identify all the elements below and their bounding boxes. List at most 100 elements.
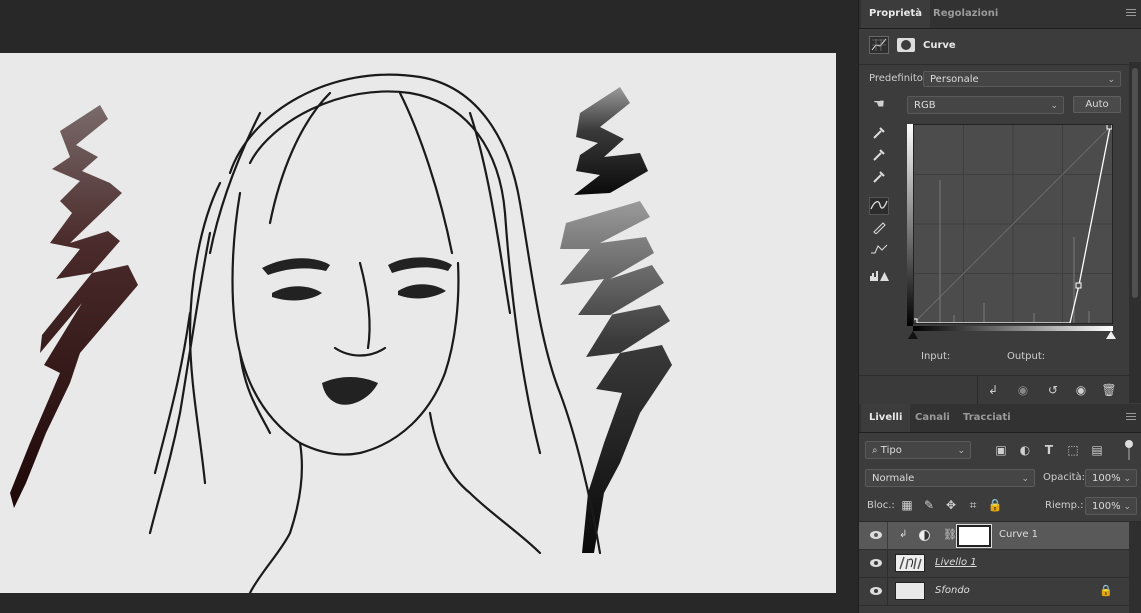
blend-mode-dropdown[interactable]: Normale ⌄ [865,469,1035,487]
clip-to-layer-icon[interactable]: ↲ [985,382,1001,398]
properties-scrollbar[interactable] [1129,62,1141,403]
visibility-eye-icon[interactable] [869,558,883,568]
chevron-down-icon: ⌄ [1021,474,1029,484]
auto-button[interactable]: Auto [1073,96,1121,113]
visibility-eye-icon[interactable] [869,530,883,540]
eyedropper-white-icon[interactable] [869,170,889,188]
layer-name[interactable]: Curve 1 [999,529,1038,540]
layers-scrollbar[interactable] [1129,522,1141,613]
lock-transparent-pixels-icon[interactable]: ▦ [899,497,915,513]
layer-filter-value: Tipo [880,445,902,456]
divider [859,64,1129,65]
curve-point-black [911,318,918,325]
visibility-eye-icon[interactable]: ◉ [1073,382,1089,398]
properties-tabbar: Proprietà Regolazioni [859,0,1141,29]
lock-label: Bloc.: [867,500,895,511]
preset-dropdown[interactable]: Personale ⌄ [923,71,1121,87]
black-point-slider[interactable] [908,331,918,339]
opacity-label: Opacità: [1043,472,1086,483]
visibility-eye-icon[interactable] [869,586,883,596]
curve-point-white [1106,123,1113,130]
filter-adjustment-layer-icon[interactable]: ◐ [1017,442,1033,458]
layer-thumbnail [895,582,925,600]
eyedropper-black-icon[interactable] [869,126,889,144]
smooth-curve-icon[interactable] [869,243,889,261]
fill-label: Riemp.: [1045,500,1084,511]
document-window[interactable] [0,0,858,613]
layer-row-sfondo[interactable]: Sfondo 🔒 [859,578,1129,606]
panels-dock: Proprietà Regolazioni Curve Predefinito:… [858,0,1141,613]
adjustment-title: Curve [923,40,956,51]
filter-smart-object-icon[interactable]: ▤ [1089,442,1105,458]
link-chain-icon[interactable]: ⛓ [943,528,957,541]
channel-value: RGB [914,100,936,111]
layer-mask-icon[interactable] [897,38,915,52]
filter-type-layer-icon[interactable]: T [1041,442,1057,458]
search-icon: ⌕ [872,445,881,456]
blend-mode-value: Normale [872,473,915,484]
layer-row-curve-1[interactable]: ↲ ⛓ Curve 1 [859,522,1129,550]
chevron-down-icon: ⌄ [1107,75,1115,85]
curve-point-mid [1075,282,1082,289]
properties-footer: ↲ ◉ ↺ ◉ 🗑 [859,375,1129,404]
lock-all-icon[interactable]: 🔒 [987,497,1003,513]
histogram [939,180,1090,323]
lock-image-pixels-icon[interactable]: ✎ [921,497,937,513]
input-label: Input: [921,351,951,362]
edit-points-curve-icon[interactable] [869,197,889,215]
layer-name[interactable]: Livello 1 [935,557,977,568]
pencil-draw-icon[interactable] [869,220,889,238]
tab-properties[interactable]: Proprietà [861,0,930,28]
curves-graph[interactable] [911,123,1113,325]
lock-position-icon[interactable]: ✥ [943,497,959,513]
fill-field[interactable]: 100% ⌄ [1085,497,1137,515]
chevron-down-icon: ⌄ [1123,502,1131,512]
lock-icon: 🔒 [1099,584,1113,597]
layer-thumbnail [895,554,925,572]
filter-toggle-track [1128,448,1130,460]
tab-adjustments[interactable]: Regolazioni [925,0,1006,28]
clipping-arrow-icon: ↲ [899,529,908,540]
preset-label: Predefinito: [869,73,927,84]
output-label: Output: [1007,351,1046,362]
document-canvas[interactable] [0,53,836,593]
facial-features [262,257,452,405]
filter-pixel-layer-icon[interactable]: ▣ [993,442,1009,458]
opacity-field[interactable]: 100% ⌄ [1085,469,1137,487]
panel-menu-icon[interactable] [1126,413,1136,421]
layer-mask-thumbnail[interactable] [956,524,992,548]
white-point-slider[interactable] [1106,331,1116,339]
chevron-down-icon: ⌄ [957,446,965,456]
trash-icon[interactable]: 🗑 [1101,382,1117,398]
fill-value: 100% [1092,501,1121,512]
layer-filter-dropdown[interactable]: ⌕ Tipo ⌄ [865,441,971,459]
targeted-adjustment-hand-icon[interactable]: ☚ [869,96,889,114]
sketch-artwork [10,73,672,593]
left-brush-stroke [10,105,138,508]
view-previous-state-icon[interactable]: ◉ [1015,382,1031,398]
tab-channels[interactable]: Canali [907,404,958,432]
right-brush-stroke [560,87,672,553]
panel-menu-icon[interactable] [1126,9,1136,17]
adjustment-layer-icon [919,530,930,541]
lock-artboard-icon[interactable]: ⌗ [965,497,981,513]
preset-value: Personale [930,74,979,85]
portrait-sketch [148,73,602,593]
channel-dropdown[interactable]: RGB ⌄ [907,96,1064,114]
curve-plot[interactable] [911,123,1113,325]
filter-shape-layer-icon[interactable]: ⬚ [1065,442,1081,458]
curves-adjustment-icon[interactable] [869,36,889,54]
opacity-value: 100% [1092,473,1121,484]
tab-paths[interactable]: Tracciati [955,404,1019,432]
layers-tabbar: Livelli Canali Tracciati [859,404,1141,433]
filter-toggle-switch[interactable] [1125,440,1133,448]
tab-layers[interactable]: Livelli [861,404,911,432]
layer-name[interactable]: Sfondo [935,585,970,596]
eyedropper-gray-icon[interactable] [869,148,889,166]
clipping-warning-icon[interactable] [869,268,889,286]
reset-icon[interactable]: ↺ [1045,382,1061,398]
layer-row-livello-1[interactable]: Livello 1 [859,550,1129,578]
chevron-down-icon: ⌄ [1050,101,1058,111]
input-gradient-bar [913,326,1113,331]
chevron-down-icon: ⌄ [1123,474,1131,484]
